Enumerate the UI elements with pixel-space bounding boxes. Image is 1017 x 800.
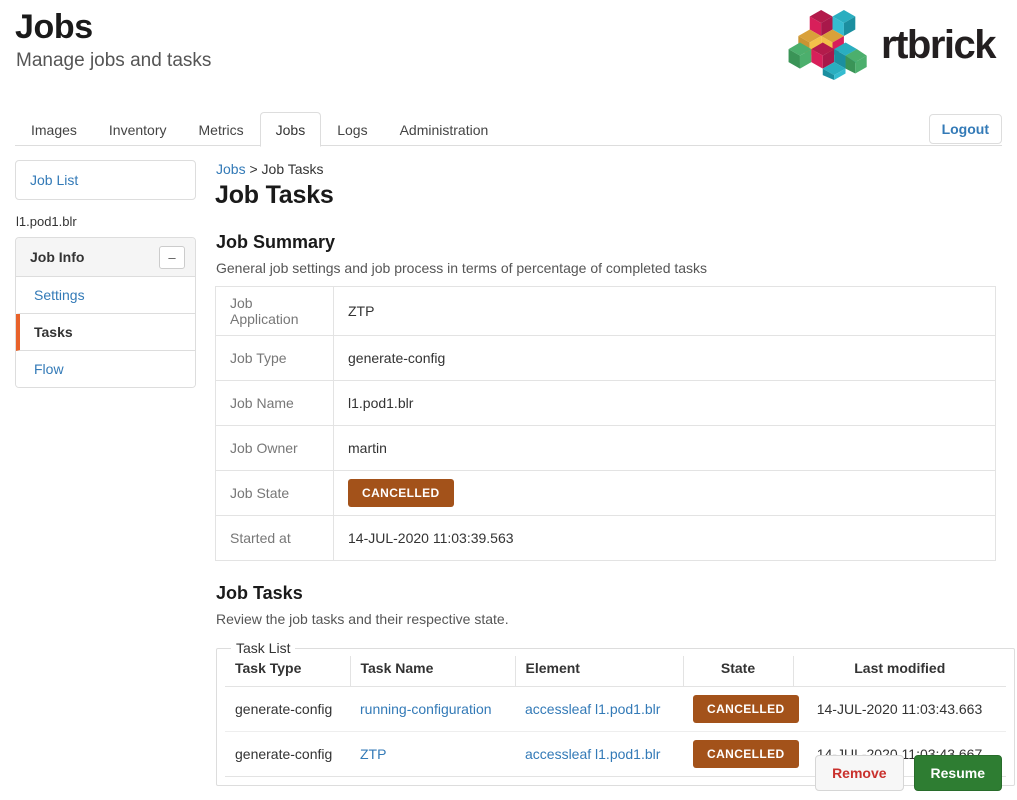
sidebar-item-job-list[interactable]: Job List (16, 161, 195, 199)
app-header: Jobs Manage jobs and tasks rtbrick (0, 0, 1017, 104)
summary-value-job-name: l1.pod1.blr (333, 380, 996, 426)
breadcrumb-separator: > (249, 161, 258, 177)
breadcrumb: Jobs > Job Tasks (216, 160, 1002, 178)
job-summary-description: General job settings and job process in … (216, 260, 708, 276)
summary-key-started-at: Started at (215, 515, 334, 561)
action-bar: Remove Resume (815, 755, 1002, 791)
table-header-row: Task Type Task Name Element State Last m… (225, 656, 1006, 687)
brand-name: rtbrick (881, 23, 997, 67)
job-summary-table: Job Application ZTP Job Type generate-co… (215, 286, 996, 561)
page-subtitle: Manage jobs and tasks (16, 50, 212, 71)
breadcrumb-current: Job Tasks (261, 161, 324, 177)
status-badge: CANCELLED (693, 740, 799, 768)
cell-state: CANCELLED (683, 686, 799, 732)
job-tasks-heading: Job Tasks (216, 583, 303, 603)
remove-button[interactable]: Remove (815, 755, 904, 791)
sidebar-job-name: l1.pod1.blr (16, 214, 77, 229)
logout-button[interactable]: Logout (928, 114, 1002, 144)
resume-button[interactable]: Resume (913, 755, 1002, 791)
tab-images[interactable]: Images (15, 112, 93, 147)
cell-state: CANCELLED (683, 731, 799, 777)
summary-value-job-type: generate-config (333, 335, 996, 381)
cell-last-modified: 14-JUL-2020 11:03:43.663 (793, 686, 1006, 732)
breadcrumb-link-jobs[interactable]: Jobs (216, 161, 246, 177)
tab-jobs[interactable]: Jobs (259, 112, 322, 147)
table-row: Job Application ZTP (215, 286, 996, 336)
summary-value-job-owner: martin (333, 425, 996, 471)
tab-logs[interactable]: Logs (321, 112, 383, 147)
task-name-link[interactable]: running-configuration (360, 701, 492, 717)
tab-inventory[interactable]: Inventory (93, 112, 183, 147)
table-row: Started at 14-JUL-2020 11:03:39.563 (215, 515, 996, 561)
table-row: Job Type generate-config (215, 335, 996, 381)
cell-task-name: running-configuration (350, 686, 515, 732)
cell-task-name: ZTP (350, 731, 515, 777)
cell-element: accessleaf l1.pod1.blr (515, 731, 683, 777)
summary-key-job-type: Job Type (215, 335, 334, 381)
page-title: Jobs (15, 8, 93, 46)
job-tasks-description: Review the job tasks and their respectiv… (216, 611, 509, 627)
job-info-panel-title: Job Info (30, 249, 85, 265)
table-row: Job Name l1.pod1.blr (215, 380, 996, 426)
column-header-task-type: Task Type (225, 656, 351, 687)
sidebar-item-settings[interactable]: Settings (16, 277, 195, 314)
column-header-element: Element (515, 656, 684, 687)
tab-metrics[interactable]: Metrics (183, 112, 260, 147)
main-content: Jobs > Job Tasks Job Tasks Job Summary G… (215, 160, 1015, 786)
task-list-legend: Task List (236, 640, 291, 656)
summary-value-started-at: 14-JUL-2020 11:03:39.563 (333, 515, 996, 561)
column-header-last-modified: Last modified (793, 656, 1006, 687)
cell-task-type: generate-config (225, 731, 350, 777)
collapse-minus-icon[interactable]: – (159, 245, 185, 269)
task-name-link[interactable]: ZTP (360, 746, 386, 762)
column-header-task-name: Task Name (350, 656, 516, 687)
brand: rtbrick (785, 10, 997, 80)
rtbrick-logo-icon (785, 10, 867, 80)
summary-key-job-name: Job Name (215, 380, 334, 426)
job-list-panel: Job List (15, 160, 196, 200)
main-navigation: Images Inventory Metrics Jobs Logs Admin… (15, 112, 1002, 147)
summary-key-job-state: Job State (215, 470, 334, 516)
content-heading: Job Tasks (215, 181, 334, 209)
status-badge: CANCELLED (693, 695, 799, 723)
element-link[interactable]: accessleaf l1.pod1.blr (525, 746, 660, 762)
sidebar-item-tasks[interactable]: Tasks (16, 314, 195, 351)
summary-value-job-state: CANCELLED (333, 470, 996, 516)
cell-task-type: generate-config (225, 686, 350, 732)
job-info-panel: Job Info – Settings Tasks Flow (15, 237, 196, 388)
tab-administration[interactable]: Administration (384, 112, 505, 147)
table-row: Job Owner martin (215, 425, 996, 471)
summary-value-job-application: ZTP (333, 286, 996, 336)
sidebar: Job List l1.pod1.blr Job Info – Settings… (15, 160, 196, 388)
element-link[interactable]: accessleaf l1.pod1.blr (525, 701, 660, 717)
summary-key-job-application: Job Application (215, 286, 334, 336)
summary-key-job-owner: Job Owner (215, 425, 334, 471)
nav-tab-list: Images Inventory Metrics Jobs Logs Admin… (15, 112, 505, 147)
status-badge: CANCELLED (348, 479, 454, 507)
table-row: generate-config running-configuration ac… (225, 686, 1006, 732)
job-info-panel-header: Job Info – (16, 238, 195, 277)
job-summary-heading: Job Summary (216, 232, 336, 252)
cell-element: accessleaf l1.pod1.blr (515, 686, 683, 732)
sidebar-item-flow[interactable]: Flow (16, 351, 195, 387)
column-header-state: State (683, 656, 794, 687)
app-page: Jobs Manage jobs and tasks rtbrick Image… (0, 0, 1017, 800)
table-row: Job State CANCELLED (215, 470, 996, 516)
